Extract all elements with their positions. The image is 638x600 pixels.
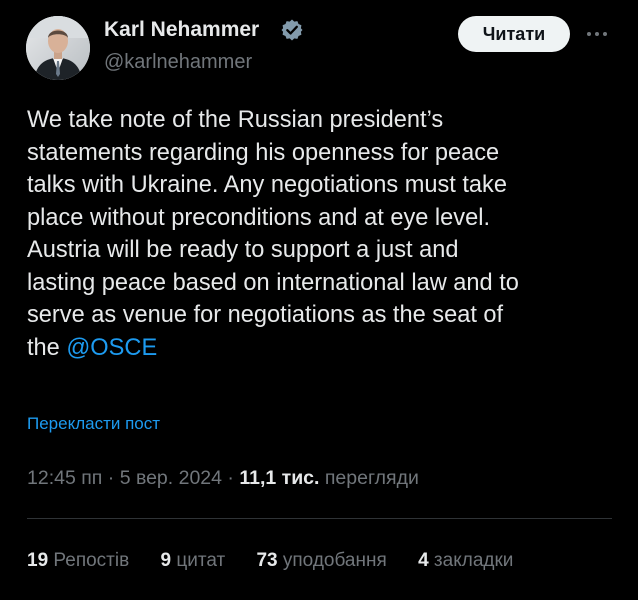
stat-label: Репостів	[53, 550, 130, 571]
stat-number: 19	[27, 550, 49, 571]
author-name[interactable]: Karl Nehammer	[104, 17, 259, 43]
more-dots-icon	[587, 32, 607, 36]
views-count[interactable]: 11,1 тис.	[239, 467, 319, 489]
post-text-line: Austria will be ready to support a just …	[27, 237, 459, 263]
post-text-line: We take note of the Russian president’s	[27, 107, 444, 133]
post-text-line: the @OSCE	[27, 332, 619, 365]
translate-post-link[interactable]: Перекласти пост	[27, 413, 160, 435]
stat-reposts[interactable]: 19 Репостів	[27, 549, 129, 573]
post-date[interactable]: 5 вер. 2024	[120, 467, 222, 489]
post-text-line: lasting peace based on international law…	[27, 269, 519, 296]
stat-number: 73	[256, 550, 278, 571]
post-text-line: talks with Ukraine. Any negotiations mus…	[27, 172, 507, 198]
meta-separator: ·	[102, 467, 120, 489]
stat-label: закладки	[433, 550, 514, 571]
stat-bookmarks[interactable]: 4 закладки	[418, 549, 513, 573]
follow-button[interactable]: Читати	[458, 16, 570, 52]
views-label: перегляди	[319, 467, 419, 489]
mention-link[interactable]: @OSCE	[66, 335, 157, 361]
post-time[interactable]: 12:45 пп	[27, 467, 102, 489]
post-meta: 12:45 пп · 5 вер. 2024 · 11,1 тис. перег…	[27, 466, 419, 490]
profile-photo	[26, 16, 90, 80]
verified-badge-icon	[281, 19, 303, 41]
stat-number: 4	[418, 550, 429, 571]
stat-likes[interactable]: 73 уподобання	[256, 549, 386, 573]
stat-quotes[interactable]: 9 цитат	[160, 549, 225, 573]
stat-label: цитат	[176, 550, 226, 571]
author-handle[interactable]: @karlnehammer	[104, 50, 252, 74]
post-text-line: place without preconditions and at eye l…	[27, 204, 490, 231]
avatar[interactable]	[26, 16, 90, 80]
stat-label: уподобання	[282, 550, 387, 571]
post-text: We take note of the Russian president’s …	[27, 104, 619, 364]
divider	[27, 518, 612, 519]
post-text-line: statements regarding his openness for pe…	[27, 139, 500, 166]
engagement-stats: 19 Репостів 9 цитат 73 уподобання 4 закл…	[27, 549, 539, 573]
post-text-fragment: the	[27, 334, 67, 361]
stat-number: 9	[160, 550, 172, 571]
more-options-button[interactable]	[582, 22, 612, 46]
post-text-line: serve as venue for negotiations as the s…	[27, 302, 504, 328]
meta-separator: ·	[222, 467, 240, 489]
post-detail: Karl Nehammer @karlnehammer Читати We ta…	[0, 0, 638, 600]
